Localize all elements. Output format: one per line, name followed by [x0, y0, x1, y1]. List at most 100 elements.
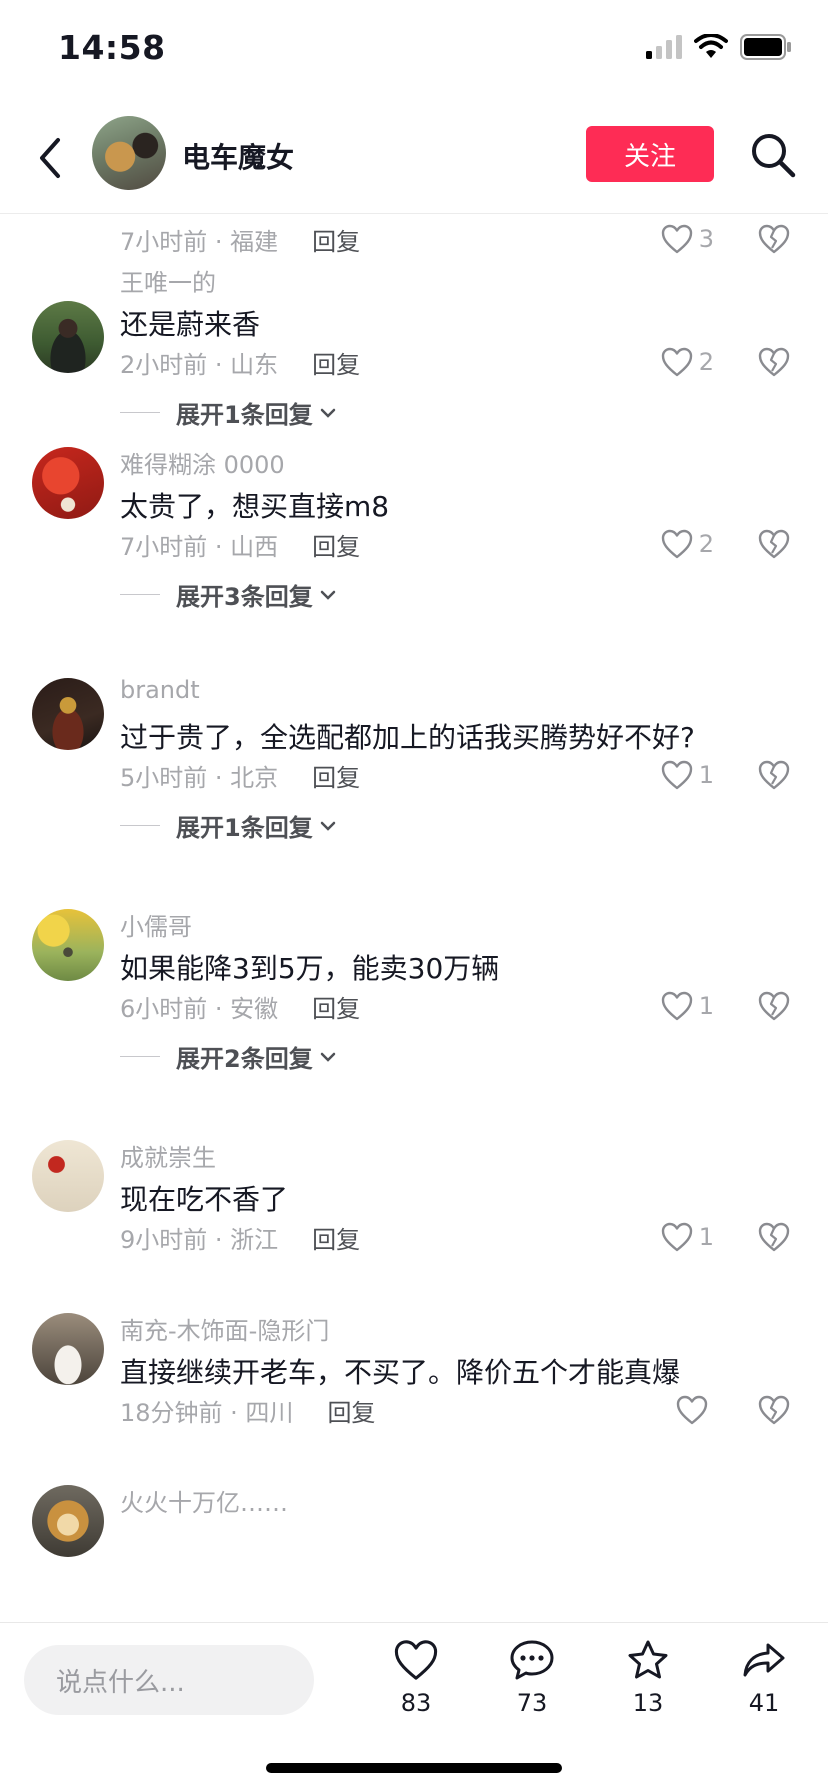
user-avatar[interactable] — [32, 678, 104, 750]
like-button[interactable]: 1 — [661, 986, 714, 1026]
user-avatar[interactable] — [32, 1313, 104, 1385]
share-icon — [743, 1643, 785, 1677]
divider — [120, 1056, 160, 1057]
like-count: 2 — [698, 530, 714, 558]
expand-replies[interactable]: 展开1条回复 — [120, 395, 337, 430]
expand-replies-label: 展开2条回复 — [176, 1045, 313, 1073]
like-count: 2 — [698, 348, 714, 376]
wifi-icon — [694, 34, 728, 58]
reply-button[interactable]: 回复 — [312, 989, 360, 1024]
divider — [120, 412, 160, 413]
user-avatar[interactable] — [32, 909, 104, 981]
like-button[interactable]: 1 — [661, 755, 714, 795]
comment-username[interactable]: 小儒哥 — [120, 907, 192, 942]
like-button[interactable]: 1 — [661, 1217, 714, 1257]
comment-text: 如果能降3到5万，能卖30万辆 — [120, 952, 500, 985]
like-button[interactable]: 2 — [661, 342, 714, 382]
dislike-icon — [758, 1222, 790, 1252]
battery-icon — [740, 34, 791, 60]
like-action[interactable]: 83 — [376, 1639, 456, 1717]
comment-username[interactable]: 南充-木饰面-隐形门 — [120, 1311, 329, 1346]
like-button[interactable]: 3 — [661, 219, 714, 259]
heart-icon — [661, 347, 692, 377]
dislike-icon — [758, 760, 790, 790]
dislike-icon — [758, 529, 790, 559]
heart-icon — [676, 1395, 708, 1425]
comment-username[interactable]: 难得糊涂 0000 — [120, 445, 285, 480]
comment-time-location: 7小时前 · 山西 — [120, 532, 279, 561]
comment-time-location: 9小时前 · 浙江 — [120, 1225, 279, 1254]
comment-meta: 2小时前 · 山东 回复 — [120, 342, 360, 382]
comment-input[interactable]: 说点什么... — [24, 1645, 314, 1715]
heart-icon — [661, 991, 692, 1021]
user-avatar[interactable] — [32, 447, 104, 519]
dislike-button[interactable] — [754, 1217, 794, 1257]
status-time: 14:58 — [58, 28, 166, 67]
share-action[interactable]: 41 — [724, 1639, 804, 1717]
expand-replies[interactable]: 展开2条回复 — [120, 1039, 337, 1074]
expand-replies[interactable]: 展开3条回复 — [120, 577, 337, 612]
author-avatar[interactable] — [92, 116, 166, 190]
reply-button[interactable]: 回复 — [312, 1220, 360, 1255]
heart-icon — [661, 529, 692, 559]
dislike-button[interactable] — [754, 755, 794, 795]
comment-username[interactable]: brandt — [120, 676, 200, 704]
divider — [120, 594, 160, 595]
reply-button[interactable]: 回复 — [312, 222, 360, 257]
comment-username[interactable]: 火火十万亿…… — [120, 1483, 288, 1518]
status-icons — [646, 34, 792, 60]
comment-time-location: 2小时前 · 山东 — [120, 350, 279, 379]
comment-time-location: 5小时前 · 北京 — [120, 763, 279, 792]
comment-list[interactable]: 7小时前 · 福建 回复 3 王唯一的 还是蔚来香 2小时前 · 山东 回复 2… — [0, 215, 828, 1623]
comment-count: 73 — [516, 1689, 548, 1717]
search-icon[interactable] — [748, 130, 798, 180]
dislike-button[interactable] — [754, 986, 794, 1026]
comment-meta: 7小时前 · 山西 回复 — [120, 524, 360, 564]
follow-button[interactable]: 关注 — [586, 126, 714, 182]
favorite-count: 13 — [632, 1689, 664, 1717]
comment-text: 直接继续开老车，不买了。降价五个才能真爆 — [120, 1356, 681, 1389]
signal-icon — [646, 35, 682, 59]
expand-replies-label: 展开1条回复 — [176, 401, 313, 429]
comment-meta: 6小时前 · 安徽 回复 — [120, 986, 360, 1026]
like-button[interactable] — [676, 1390, 714, 1430]
comment-time-location: 7小时前 · 福建 — [120, 227, 279, 256]
dislike-button[interactable] — [754, 1390, 794, 1430]
heart-icon — [661, 1222, 692, 1252]
user-avatar[interactable] — [32, 1140, 104, 1212]
heart-icon — [661, 224, 692, 254]
like-count: 1 — [698, 761, 714, 789]
comment-username[interactable]: 成就崇生 — [120, 1138, 216, 1173]
comment-icon — [510, 1640, 554, 1680]
author-name[interactable]: 电车魔女 — [182, 136, 294, 176]
back-icon[interactable] — [30, 132, 70, 184]
heart-icon — [394, 1640, 438, 1680]
reply-button[interactable]: 回复 — [312, 758, 360, 793]
reply-button[interactable]: 回复 — [312, 345, 360, 380]
top-nav-bar: 电车魔女 关注 — [0, 100, 828, 214]
bottom-action-bar: 说点什么... 83 73 13 41 — [0, 1622, 828, 1792]
comment-username[interactable]: 王唯一的 — [120, 263, 216, 298]
dislike-button[interactable] — [754, 524, 794, 564]
comment-action[interactable]: 73 — [492, 1639, 572, 1717]
comment-time-location: 18分钟前 · 四川 — [120, 1398, 294, 1427]
comment-time-location: 6小时前 · 安徽 — [120, 994, 279, 1023]
like-count: 3 — [698, 225, 714, 253]
dislike-button[interactable] — [754, 219, 794, 259]
user-avatar[interactable] — [32, 1485, 104, 1557]
star-icon — [628, 1640, 668, 1679]
expand-replies-label: 展开1条回复 — [176, 814, 313, 842]
reply-button[interactable]: 回复 — [327, 1393, 375, 1428]
expand-replies[interactable]: 展开1条回复 — [120, 808, 337, 843]
home-indicator[interactable] — [266, 1763, 562, 1773]
status-bar: 14:58 — [0, 0, 828, 100]
like-button[interactable]: 2 — [661, 524, 714, 564]
favorite-action[interactable]: 13 — [608, 1639, 688, 1717]
reply-button[interactable]: 回复 — [312, 527, 360, 562]
dislike-button[interactable] — [754, 342, 794, 382]
comment-text: 现在吃不香了 — [120, 1183, 289, 1216]
like-count: 83 — [400, 1689, 432, 1717]
user-avatar[interactable] — [32, 301, 104, 373]
like-count: 1 — [698, 992, 714, 1020]
comment-meta: 7小时前 · 福建 回复 — [120, 219, 360, 259]
